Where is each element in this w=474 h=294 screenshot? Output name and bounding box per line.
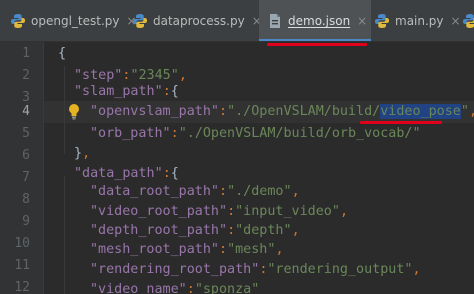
tab-label: dataprocess.py <box>153 14 245 28</box>
code-line-current[interactable]: "openvslam_path":"./OpenVSLAM/build/vide… <box>90 101 474 123</box>
open-brace: { <box>170 166 179 181</box>
json-key: "slam_path" <box>74 84 163 99</box>
line-number: 2 <box>22 68 30 83</box>
colon: : <box>186 282 195 294</box>
json-string: "./OpenVSLAM/build/ <box>227 104 381 119</box>
python-file-icon <box>11 14 25 28</box>
red-annotation-underline <box>267 43 367 46</box>
tab-opengl-test[interactable]: opengl_test.py × <box>10 0 137 41</box>
comma: , <box>291 223 300 238</box>
json-file-icon <box>270 14 280 28</box>
comma: , <box>178 68 187 83</box>
tab-dataprocess[interactable]: dataprocess.py × <box>132 0 262 41</box>
json-string: "rendering_output" <box>267 262 413 277</box>
json-key: "data_root_path" <box>90 184 219 199</box>
tab-label: demo.json <box>288 14 351 28</box>
json-key: "video_root_path" <box>90 204 228 219</box>
code-line: }, <box>74 143 90 165</box>
json-key: "orb_path" <box>90 126 171 141</box>
json-string: "depth" <box>235 223 292 238</box>
colon: : <box>227 223 236 238</box>
ide-window: opengl_test.py × dataprocess.py × demo.j… <box>0 0 474 294</box>
comma: , <box>291 184 300 199</box>
code-line: "data_root_path":"./demo", <box>90 181 300 203</box>
python-file-icon[interactable] <box>462 13 474 29</box>
json-string: "./OpenVSLAM/build/orb_vocab/" <box>178 126 421 141</box>
line-number: 4 <box>22 104 30 119</box>
active-tab-indicator <box>259 39 371 41</box>
json-string: "mesh" <box>227 242 276 257</box>
line-number: 12 <box>14 280 30 294</box>
colon: : <box>219 242 228 257</box>
json-key: "data_path" <box>74 166 163 181</box>
comma: , <box>412 262 421 277</box>
colon: : <box>162 84 171 99</box>
open-brace: { <box>170 84 179 99</box>
tab-label: main.py <box>395 14 444 28</box>
json-key: "rendering_root_path" <box>90 262 260 277</box>
line-number: 11 <box>14 258 30 273</box>
comma: , <box>339 204 348 219</box>
selected-text[interactable]: video_pose <box>380 104 461 119</box>
json-key: "openvslam_path" <box>90 104 219 119</box>
code-line: { <box>58 43 66 65</box>
line-number: 6 <box>22 148 30 163</box>
json-string: "sponza" <box>194 282 260 294</box>
line-number: 1 <box>22 46 30 61</box>
colon: : <box>162 166 171 181</box>
python-file-icon <box>375 14 389 28</box>
code-line: "orb_path":"./OpenVSLAM/build/orb_vocab/… <box>90 123 421 145</box>
close-brace: } <box>74 146 83 161</box>
code-line: "video_name":"sponza" <box>90 279 259 294</box>
editor-tab-bar: opengl_test.py × dataprocess.py × demo.j… <box>0 0 474 42</box>
line-number: 5 <box>22 126 30 141</box>
json-key: "video_name" <box>90 282 187 294</box>
json-string: "./demo" <box>227 184 292 199</box>
tab-demo-json[interactable]: demo.json × <box>259 0 371 41</box>
indent-guide <box>64 176 65 294</box>
indent-guide <box>64 66 65 154</box>
colon: : <box>219 104 228 119</box>
code-line: "slam_path":{ <box>74 81 179 103</box>
close-icon[interactable]: × <box>451 14 461 28</box>
line-number: 9 <box>22 214 30 229</box>
comma: , <box>82 146 91 161</box>
line-number: 7 <box>22 170 30 185</box>
json-key: "mesh_root_path" <box>90 242 219 257</box>
colon: : <box>170 126 179 141</box>
tab-label: opengl_test.py <box>31 14 120 28</box>
code-line: "rendering_root_path":"rendering_output"… <box>90 259 421 281</box>
open-brace: { <box>58 46 67 61</box>
comma: , <box>469 104 474 119</box>
line-number: 10 <box>14 236 30 251</box>
intention-bulb-icon[interactable] <box>67 103 81 120</box>
code-line: "mesh_root_path":"mesh", <box>90 239 284 261</box>
close-icon[interactable]: × <box>357 14 367 28</box>
comma: , <box>275 242 284 257</box>
python-file-icon <box>133 14 147 28</box>
colon: : <box>219 184 228 199</box>
line-number-gutter: 1 2 3 4 5 6 7 8 9 10 11 12 <box>0 42 44 294</box>
line-number: 8 <box>22 192 30 207</box>
tab-main[interactable]: main.py × <box>374 0 461 41</box>
json-string: "input_video" <box>235 204 340 219</box>
json-string: " <box>460 104 469 119</box>
colon: : <box>227 204 236 219</box>
json-key: "depth_root_path" <box>90 223 228 238</box>
